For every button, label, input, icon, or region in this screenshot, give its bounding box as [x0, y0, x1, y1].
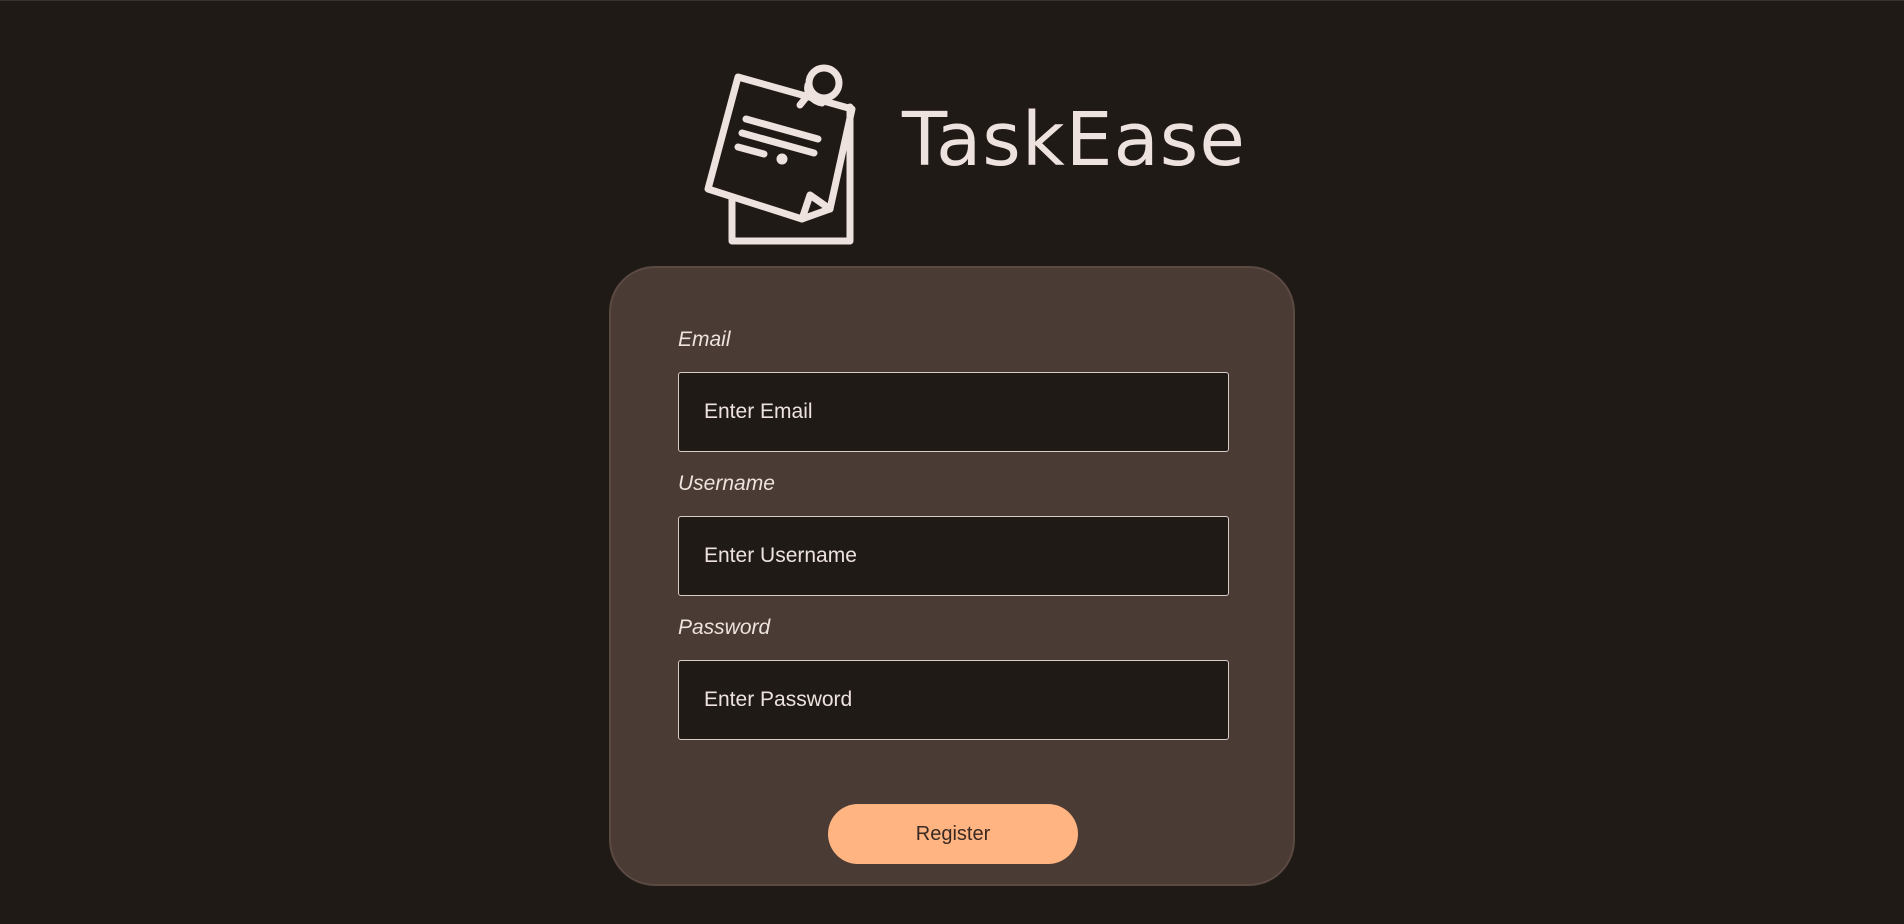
- username-field[interactable]: [678, 516, 1229, 596]
- email-field[interactable]: [678, 372, 1229, 452]
- app-title: TaskEase: [902, 97, 1246, 183]
- register-button[interactable]: Register: [828, 804, 1078, 864]
- sticky-note-pin-icon: [704, 64, 856, 245]
- password-field[interactable]: [678, 660, 1229, 740]
- password-label: Password: [678, 616, 771, 639]
- register-page: TaskEase Email Username Password Registe…: [0, 0, 1904, 924]
- username-label: Username: [678, 472, 775, 495]
- email-label: Email: [678, 328, 731, 351]
- brand-header: TaskEase: [700, 59, 1246, 249]
- register-form: Email Username Password Register: [609, 266, 1295, 886]
